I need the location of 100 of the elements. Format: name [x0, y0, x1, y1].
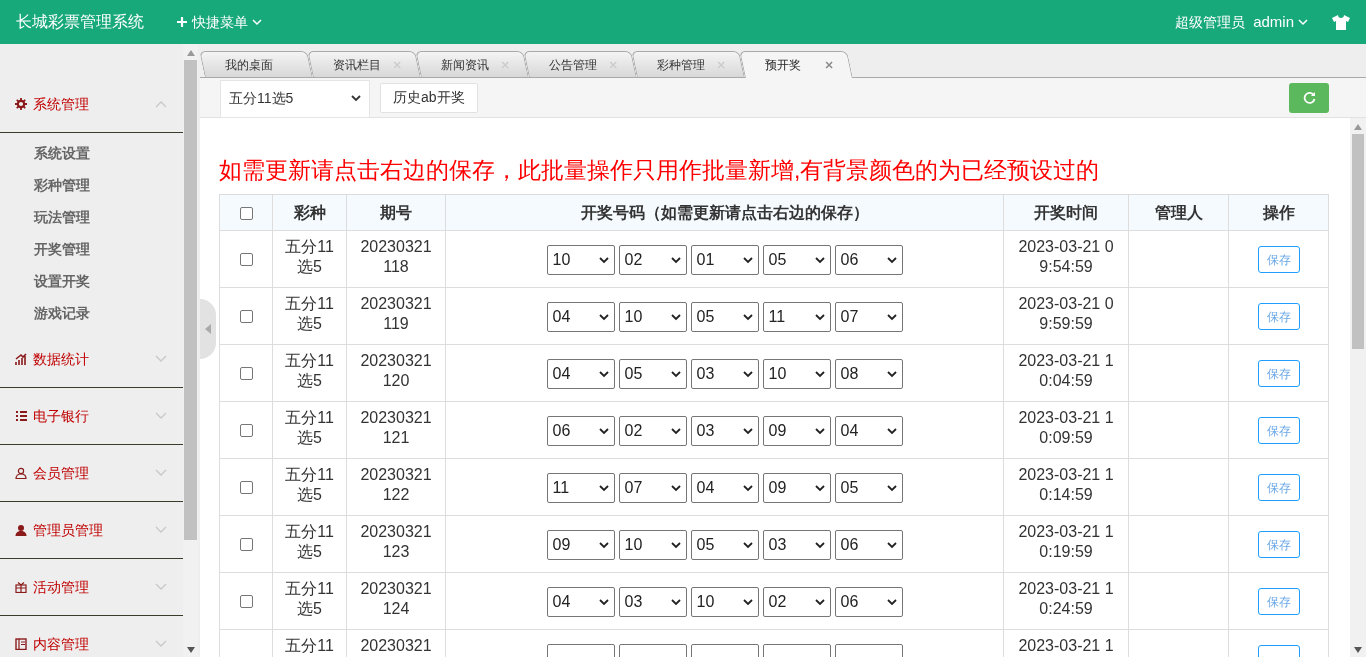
sidebar-subitem[interactable]: 游戏记录 — [0, 297, 183, 329]
number-select[interactable]: 10 — [618, 302, 687, 332]
number-select[interactable]: 07 — [834, 302, 903, 332]
table-cell: 20230321119 — [359, 294, 433, 334]
sidebar-menu-item[interactable]: 系统管理 — [0, 76, 183, 132]
number-select[interactable]: 07 — [618, 473, 687, 503]
number-select[interactable]: 05 — [690, 302, 759, 332]
tab[interactable]: 彩种管理 — [631, 51, 745, 77]
shirt-icon[interactable] — [1332, 14, 1350, 30]
lottery-select[interactable]: 五分11选5 — [220, 79, 370, 118]
number-select[interactable]: 02 — [618, 416, 687, 446]
gear-icon — [15, 98, 27, 110]
number-select[interactable]: 10 — [762, 359, 831, 389]
row-checkbox[interactable] — [239, 310, 253, 323]
content-scrollbar[interactable] — [1350, 118, 1366, 657]
scroll-down-icon[interactable] — [186, 647, 195, 653]
row-checkbox[interactable] — [239, 253, 253, 266]
number-select[interactable]: 03 — [690, 416, 759, 446]
notice-text: 如需更新请点击右边的保存，此批量操作只用作批量新增,有背景颜色的为已经预设过的 — [219, 156, 1101, 185]
column-header: 开奖号码（如需更新请点击右边的保存） — [445, 194, 1004, 231]
sidebar-subitem[interactable]: 彩种管理 — [0, 169, 183, 201]
number-select[interactable]: 04 — [690, 473, 759, 503]
tab[interactable]: 资讯栏目 — [307, 51, 421, 77]
column-header: 管理人 — [1128, 194, 1229, 231]
table-cell-text: 2023-03-21 10:19:59 — [1017, 522, 1115, 562]
column-header: 开奖时间 — [1003, 194, 1129, 231]
number-select[interactable]: 03 — [762, 530, 831, 560]
number-select[interactable]: 05 — [834, 473, 903, 503]
number-select[interactable]: 05 — [762, 245, 831, 275]
number-select[interactable]: 10 — [690, 587, 759, 617]
sidebar-subitem[interactable]: 玩法管理 — [0, 201, 183, 233]
row-checkbox[interactable] — [239, 367, 253, 380]
bar-chart-icon — [15, 353, 27, 365]
history-button[interactable]: 历史ab开奖 — [380, 82, 478, 113]
chevron-down-icon — [886, 541, 897, 549]
scroll-up-icon[interactable] — [1354, 124, 1362, 130]
number-select[interactable]: 06 — [834, 587, 903, 617]
sidebar-subitem[interactable]: 系统设置 — [0, 137, 183, 169]
number-select[interactable]: 09 — [762, 416, 831, 446]
number-select[interactable]: 02 — [618, 245, 687, 275]
close-icon[interactable] — [825, 61, 834, 69]
sidebar-subitem[interactable]: 开奖管理 — [0, 233, 183, 265]
number-select[interactable]: 03 — [690, 359, 759, 389]
table-cell-text: 五分11选5 — [284, 351, 335, 391]
row-checkbox[interactable] — [239, 424, 253, 437]
scroll-up-icon[interactable] — [186, 50, 195, 56]
number-select[interactable]: 06 — [546, 416, 615, 446]
row-checkbox[interactable] — [239, 538, 253, 551]
number-select[interactable]: 05 — [690, 530, 759, 560]
collapse-handle[interactable] — [200, 299, 216, 359]
tab[interactable]: 新闻资讯 — [415, 51, 529, 77]
number-select[interactable]: 02 — [762, 587, 831, 617]
chevron-down-icon — [814, 541, 825, 549]
number-select[interactable]: 03 — [618, 587, 687, 617]
sidebar-subitem[interactable]: 设置开奖 — [0, 265, 183, 297]
chevron-down-icon — [670, 256, 681, 264]
table-cell: 20230321121 — [359, 408, 433, 448]
number-select[interactable]: 10 — [546, 245, 615, 275]
chevron-down-icon — [252, 18, 262, 26]
scroll-down-icon[interactable] — [1354, 647, 1362, 653]
scrollbar-thumb[interactable] — [184, 60, 197, 540]
number-select[interactable]: 06 — [834, 530, 903, 560]
tab[interactable]: 公告管理 — [523, 51, 637, 77]
select-all-checkbox[interactable] — [239, 206, 253, 220]
number-select[interactable]: 04 — [546, 359, 615, 389]
chevron-down-icon — [155, 412, 167, 420]
table-cell-text: 2023-03-21 10:24:59 — [1017, 579, 1115, 619]
number-select[interactable]: 06 — [834, 245, 903, 275]
column-header: 操作 — [1228, 194, 1329, 231]
scrollbar-thumb[interactable] — [1352, 134, 1364, 349]
refresh-button[interactable] — [1289, 82, 1329, 113]
chevron-down-icon — [886, 313, 897, 321]
number-select[interactable]: 01 — [690, 245, 759, 275]
chevron-down-icon — [742, 427, 753, 435]
book-icon — [15, 638, 27, 650]
row-checkbox[interactable] — [239, 481, 253, 494]
chevron-down-icon — [598, 370, 609, 378]
number-select[interactable]: 04 — [546, 302, 615, 332]
tab[interactable]: 预开奖 — [739, 51, 853, 78]
number-select[interactable]: 08 — [834, 359, 903, 389]
chevron-down-icon — [155, 355, 167, 363]
chevron-down-icon — [598, 541, 609, 549]
number-select[interactable]: 05 — [618, 359, 687, 389]
chevron-down-icon — [155, 526, 167, 534]
row-checkbox[interactable] — [239, 595, 253, 608]
number-select[interactable]: 04 — [546, 587, 615, 617]
refresh-icon — [1302, 91, 1316, 104]
number-select[interactable]: 10 — [618, 530, 687, 560]
table-cell-text: 五分11选5 — [284, 408, 335, 448]
number-select[interactable]: 11 — [546, 473, 615, 503]
table-cell: 20230321122 — [359, 465, 433, 505]
tab[interactable]: 我的桌面 — [200, 51, 313, 77]
number-select[interactable]: 11 — [762, 302, 831, 332]
table-cell-text: 五分11选5 — [284, 465, 335, 505]
number-select[interactable]: 09 — [762, 473, 831, 503]
number-select[interactable]: 04 — [834, 416, 903, 446]
number-select[interactable]: 09 — [546, 530, 615, 560]
chevron-down-icon — [814, 256, 825, 264]
chevron-down-icon — [886, 256, 897, 264]
chevron-down-icon — [598, 484, 609, 492]
